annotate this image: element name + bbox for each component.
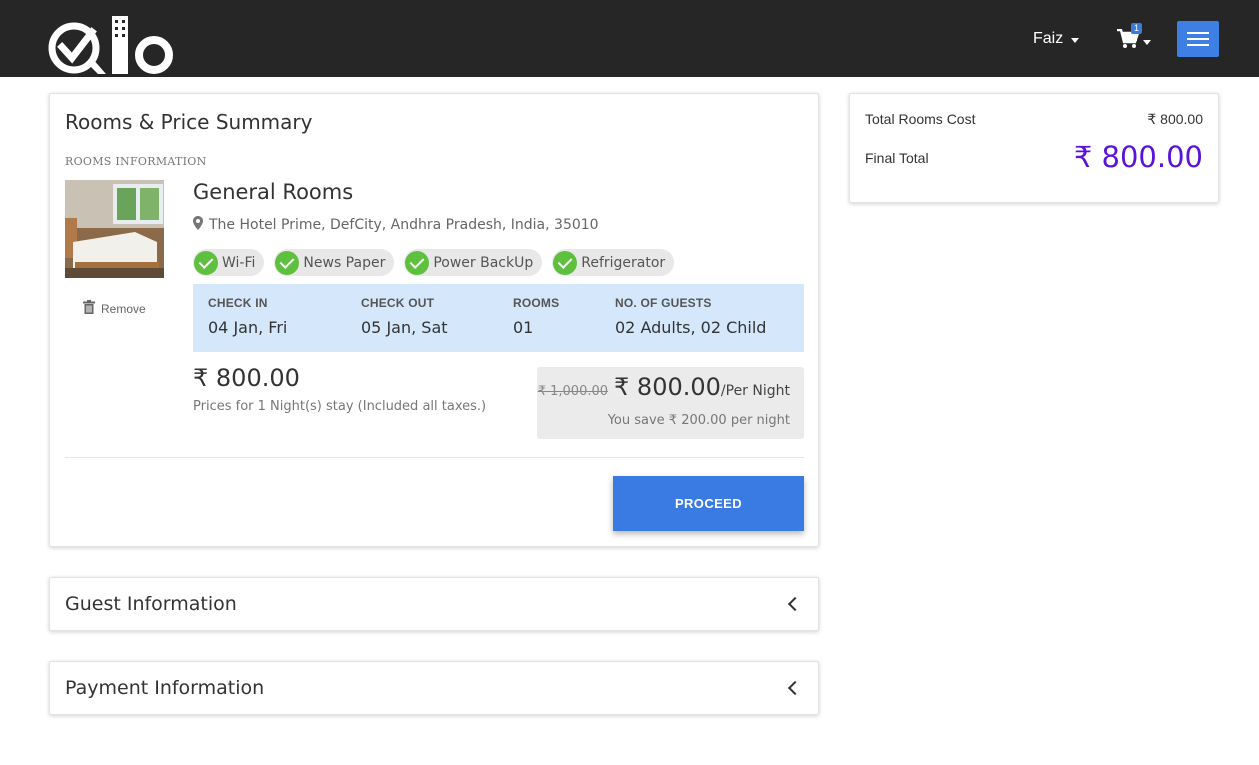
guests-label: NO. OF GUESTS xyxy=(615,296,712,310)
per-night-price-row: ₹ 1,000.00 ₹ 800.00 /Per Night xyxy=(538,373,790,401)
final-total-label: Final Total xyxy=(865,150,929,166)
rooms-label: ROOMS xyxy=(513,296,560,310)
room-image[interactable] xyxy=(65,180,164,278)
remove-label: Remove xyxy=(101,301,146,316)
check-out-label: CHECK OUT xyxy=(361,296,435,310)
guests-value: 02 Adults, 02 Child xyxy=(615,318,767,337)
proceed-button[interactable]: PROCEED xyxy=(613,476,804,531)
check-icon xyxy=(275,250,300,275)
chevron-left-icon[interactable] xyxy=(787,596,803,612)
total-rooms-cost-label: Total Rooms Cost xyxy=(865,111,976,127)
check-in-label: CHECK IN xyxy=(208,296,268,310)
final-total-value: ₹ 800.00 xyxy=(1073,140,1203,174)
hotel-address: The Hotel Prime, DefCity, Andhra Pradesh… xyxy=(193,216,599,234)
room-features: Wi-Fi News Paper Power BackUp Refrigerat… xyxy=(193,249,675,276)
check-out-column: CHECK OUT 05 Jan, Sat xyxy=(361,296,448,337)
total-rooms-cost-value: ₹ 800.00 xyxy=(1147,111,1203,127)
feature-label: News Paper xyxy=(303,254,386,271)
map-marker-icon xyxy=(193,216,203,234)
check-out-value: 05 Jan, Sat xyxy=(361,318,448,337)
check-in-value: 04 Jan, Fri xyxy=(208,318,288,337)
user-menu[interactable]: Faiz xyxy=(1033,30,1080,48)
hamburger-menu-button[interactable] xyxy=(1177,21,1219,57)
total-price: ₹ 800.00 xyxy=(193,364,300,392)
per-night-price-box: ₹ 1,000.00 ₹ 800.00 /Per Night You save … xyxy=(537,367,804,439)
user-name: Faiz xyxy=(1033,30,1064,47)
savings-note: You save ₹ 200.00 per night xyxy=(607,413,790,428)
feature-refrigerator: Refrigerator xyxy=(552,249,675,276)
guest-information-panel[interactable]: Guest Information xyxy=(49,577,819,631)
feature-label: Refrigerator xyxy=(581,254,666,271)
caret-down-icon xyxy=(1071,37,1080,43)
cart-count-badge: 1 xyxy=(1131,23,1143,34)
per-night-label: /Per Night xyxy=(720,383,790,399)
hamburger-icon xyxy=(1187,32,1209,34)
guests-column: NO. OF GUESTS 02 Adults, 02 Child xyxy=(615,296,766,337)
check-icon xyxy=(553,250,578,275)
check-in-column: CHECK IN 04 Jan, Fri xyxy=(208,296,287,337)
feature-news-paper: News Paper xyxy=(274,249,395,276)
room-name: General Rooms xyxy=(193,180,354,204)
original-price: ₹ 1,000.00 xyxy=(537,384,609,399)
price-note: Prices for 1 Night(s) stay (Included all… xyxy=(193,399,487,414)
rooms-information-label: ROOMS INFORMATION xyxy=(65,155,207,168)
top-navbar: Faiz 1 xyxy=(0,0,1259,77)
caret-down-icon xyxy=(1143,39,1151,45)
check-icon xyxy=(405,250,430,275)
feature-label: Wi-Fi xyxy=(222,254,256,271)
guest-information-title: Guest Information xyxy=(65,593,237,615)
payment-information-title: Payment Information xyxy=(65,677,265,699)
brand-logo[interactable] xyxy=(48,14,178,76)
feature-wifi: Wi-Fi xyxy=(193,249,265,276)
chevron-left-icon[interactable] xyxy=(787,680,803,696)
summary-title: Rooms & Price Summary xyxy=(65,110,313,134)
remove-room-button[interactable]: Remove xyxy=(83,300,146,317)
rooms-column: ROOMS 01 xyxy=(513,296,559,337)
cart-button[interactable]: 1 xyxy=(1117,23,1157,53)
feature-power-backup: Power BackUp xyxy=(404,249,543,276)
rooms-value: 01 xyxy=(513,318,534,337)
hamburger-icon-bar xyxy=(1187,44,1209,46)
divider xyxy=(65,457,804,458)
address-text: The Hotel Prime, DefCity, Andhra Pradesh… xyxy=(209,217,599,233)
check-icon xyxy=(194,250,218,275)
discounted-price: ₹ 800.00 xyxy=(614,373,721,401)
feature-label: Power BackUp xyxy=(433,254,534,271)
rooms-price-summary-card: Rooms & Price Summary ROOMS INFORMATION xyxy=(49,93,819,547)
order-total-card: Total Rooms Cost ₹ 800.00 Final Total ₹ … xyxy=(849,93,1219,203)
trash-icon xyxy=(83,300,95,317)
booking-details: CHECK IN 04 Jan, Fri CHECK OUT 05 Jan, S… xyxy=(193,284,804,352)
payment-information-panel[interactable]: Payment Information xyxy=(49,661,819,715)
hamburger-icon-bar xyxy=(1187,38,1209,40)
